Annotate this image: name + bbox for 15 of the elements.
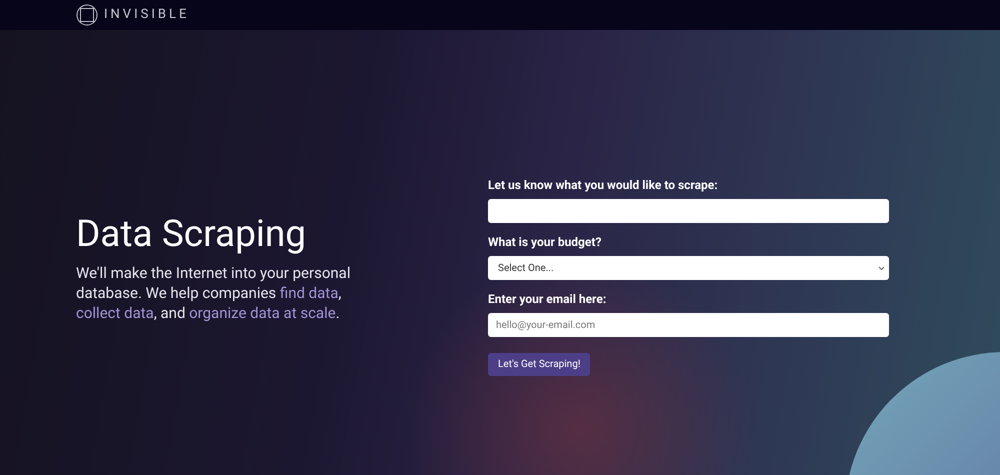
text-link[interactable]: organize data at scale (189, 304, 336, 322)
logo-text: INVISIBLE (104, 6, 190, 24)
field-label: What is your budget? (488, 234, 602, 250)
field-label: Enter your email here: (488, 291, 608, 307)
budget-dropdown[interactable]: Select One... (488, 256, 889, 280)
submit-button[interactable]: Let's Get Scraping! (488, 353, 590, 376)
text-link[interactable]: find data (280, 284, 338, 302)
field-label: Let us know what you would like to scrape: (488, 177, 719, 193)
hero-title: Data Scraping (76, 213, 308, 257)
email-field[interactable]: hello@your-email.com (488, 313, 889, 337)
scrape-request-field[interactable] (488, 199, 889, 223)
text-link[interactable]: collect data (76, 304, 154, 322)
logo-icon (76, 4, 98, 26)
chevron-down-icon (878, 266, 885, 270)
hero-description: We'll make the Internet into your personal database. We help companies find data, collect data, and organize data at scale. (76, 263, 352, 323)
